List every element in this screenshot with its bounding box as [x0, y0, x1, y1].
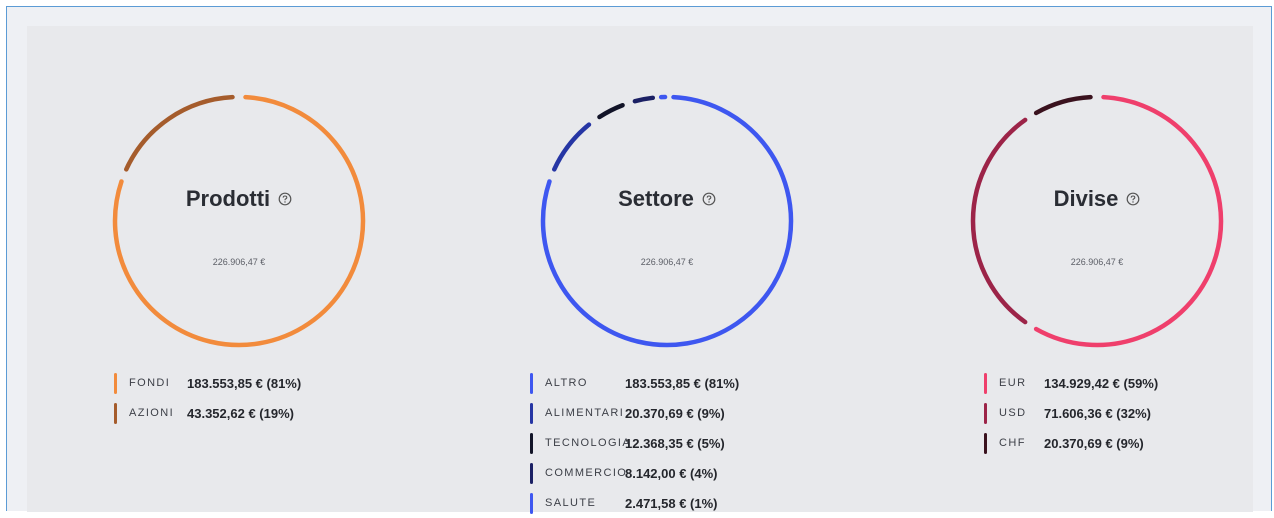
- currency-legend: EUR134.929,42 € (59%)USD71.606,36 € (32%…: [984, 368, 1158, 458]
- legend-color-marker: [530, 433, 533, 454]
- legend-value: 183.553,85 € (81%): [625, 376, 739, 391]
- legend-label: FONDI: [129, 377, 187, 389]
- sector-legend: ALTRO183.553,85 € (81%)ALIMENTARI20.370,…: [530, 368, 739, 518]
- sector-widget: Settore 226.906,47 € ALTRO183.553,85 € (…: [517, 71, 817, 511]
- question-circle-icon[interactable]: [702, 192, 716, 206]
- legend-value: 183.553,85 € (81%): [187, 376, 301, 391]
- legend-item: COMMERCIO8.142,00 € (4%): [530, 458, 739, 488]
- legend-color-marker: [984, 433, 987, 454]
- legend-value: 2.471,58 € (1%): [625, 496, 718, 511]
- legend-item: EUR134.929,42 € (59%): [984, 368, 1158, 398]
- legend-label: EUR: [999, 377, 1044, 389]
- legend-item: USD71.606,36 € (32%): [984, 398, 1158, 428]
- legend-label: ALIMENTARI: [545, 407, 625, 419]
- legend-item: FONDI183.553,85 € (81%): [114, 368, 301, 398]
- legend-color-marker: [984, 403, 987, 424]
- currency-widget: Divise 226.906,47 € EUR134.929,42 € (59%…: [947, 71, 1247, 511]
- legend-color-marker: [530, 493, 533, 514]
- legend-item: CHF20.370,69 € (9%): [984, 428, 1158, 458]
- currency-header: Divise: [947, 186, 1247, 212]
- products-header: Prodotti: [89, 186, 389, 212]
- legend-color-marker: [530, 403, 533, 424]
- legend-label: ALTRO: [545, 377, 625, 389]
- sector-header: Settore: [517, 186, 817, 212]
- products-donut-chart: [89, 71, 389, 371]
- legend-value: 134.929,42 € (59%): [1044, 376, 1158, 391]
- sector-slice-alimentari[interactable]: [554, 125, 589, 170]
- legend-label: COMMERCIO: [545, 467, 625, 479]
- legend-color-marker: [114, 373, 117, 394]
- legend-label: CHF: [999, 437, 1044, 449]
- currency-slice-chf[interactable]: [1036, 97, 1090, 113]
- legend-value: 20.370,69 € (9%): [625, 406, 725, 421]
- legend-label: USD: [999, 407, 1044, 419]
- legend-value: 8.142,00 € (4%): [625, 466, 718, 481]
- legend-color-marker: [530, 373, 533, 394]
- sector-slice-commercio[interactable]: [635, 98, 653, 101]
- products-widget: Prodotti 226.906,47 € FONDI183.553,85 € …: [89, 71, 389, 511]
- legend-item: SALUTE2.471,58 € (1%): [530, 488, 739, 518]
- legend-item: ALTRO183.553,85 € (81%): [530, 368, 739, 398]
- legend-item: ALIMENTARI20.370,69 € (9%): [530, 398, 739, 428]
- legend-value: 20.370,69 € (9%): [1044, 436, 1144, 451]
- currency-total: 226.906,47 €: [947, 257, 1247, 267]
- dashboard-frame: Prodotti 226.906,47 € FONDI183.553,85 € …: [6, 6, 1272, 511]
- legend-color-marker: [114, 403, 117, 424]
- currency-slice-eur[interactable]: [1036, 97, 1221, 345]
- legend-label: SALUTE: [545, 497, 625, 509]
- legend-label: TECNOLOGIA: [545, 437, 625, 449]
- legend-item: TECNOLOGIA12.368,35 € (5%): [530, 428, 739, 458]
- legend-value: 43.352,62 € (19%): [187, 406, 294, 421]
- legend-item: AZIONI43.352,62 € (19%): [114, 398, 301, 428]
- products-legend: FONDI183.553,85 € (81%)AZIONI43.352,62 €…: [114, 368, 301, 428]
- currency-slice-usd[interactable]: [973, 120, 1025, 322]
- sector-slice-tecnologia[interactable]: [599, 105, 622, 117]
- legend-color-marker: [530, 463, 533, 484]
- question-circle-icon[interactable]: [1126, 192, 1140, 206]
- sector-total: 226.906,47 €: [517, 257, 817, 267]
- currency-donut-chart: [947, 71, 1247, 371]
- allocation-panel: Prodotti 226.906,47 € FONDI183.553,85 € …: [27, 26, 1253, 512]
- currency-title: Divise: [1054, 186, 1119, 212]
- products-slice-azioni[interactable]: [126, 97, 232, 169]
- products-title: Prodotti: [186, 186, 270, 212]
- legend-label: AZIONI: [129, 407, 187, 419]
- question-circle-icon[interactable]: [278, 192, 292, 206]
- products-total: 226.906,47 €: [89, 257, 389, 267]
- sector-donut-chart: [517, 71, 817, 371]
- legend-color-marker: [984, 373, 987, 394]
- legend-value: 71.606,36 € (32%): [1044, 406, 1151, 421]
- legend-value: 12.368,35 € (5%): [625, 436, 725, 451]
- sector-title: Settore: [618, 186, 694, 212]
